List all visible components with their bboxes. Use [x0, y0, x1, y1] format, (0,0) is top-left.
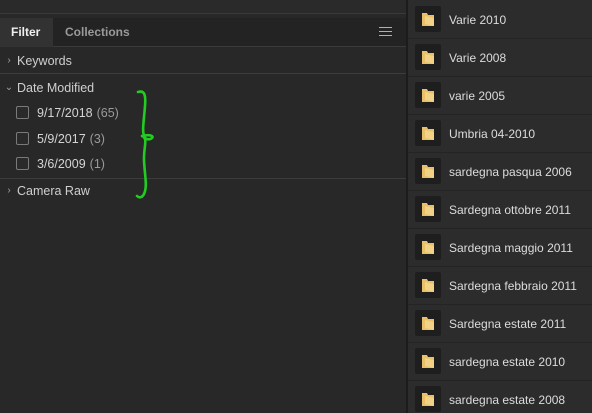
- folder-item[interactable]: Varie 2008: [408, 39, 592, 77]
- date-checkbox[interactable]: [16, 157, 29, 170]
- folder-name: Sardegna ottobre 2011: [449, 203, 571, 217]
- folder-item[interactable]: Sardegna febbraio 2011: [408, 267, 592, 305]
- folder-icon: [415, 120, 441, 146]
- folder-name: sardegna pasqua 2006: [449, 165, 572, 179]
- date-count: (3): [89, 132, 105, 146]
- filter-tabbar: Filter Collections: [0, 18, 406, 47]
- tab-collections[interactable]: Collections: [53, 18, 141, 47]
- folder-item[interactable]: Sardegna estate 2011: [408, 305, 592, 343]
- folder-item[interactable]: varie 2005: [408, 77, 592, 115]
- folder-icon: [415, 310, 441, 336]
- section-label: Camera Raw: [17, 184, 90, 198]
- folder-name: Sardegna maggio 2011: [449, 241, 573, 255]
- section-camera-raw[interactable]: › Camera Raw: [0, 179, 406, 203]
- divider: [0, 73, 406, 74]
- folder-item[interactable]: sardegna pasqua 2006: [408, 153, 592, 191]
- folder-name: Umbria 04-2010: [449, 127, 536, 141]
- folder-icon: [415, 386, 441, 412]
- folder-name: Varie 2008: [449, 51, 507, 65]
- chevron-right-icon: ›: [7, 185, 11, 196]
- date-value: 3/6/2009: [37, 157, 86, 171]
- date-checkbox[interactable]: [16, 132, 29, 145]
- folder-icon: [415, 348, 441, 374]
- folder-name: varie 2005: [449, 89, 506, 103]
- folder-name: sardegna estate 2008: [449, 393, 566, 407]
- folder-name: Varie 2010: [449, 13, 507, 27]
- panel-top-strip: [0, 0, 406, 14]
- folder-item[interactable]: Sardegna ottobre 2011: [408, 191, 592, 229]
- tab-filter[interactable]: Filter: [0, 18, 53, 47]
- chevron-right-icon: ›: [7, 55, 11, 66]
- date-label: 9/17/2018 (65): [37, 101, 119, 125]
- section-keywords[interactable]: › Keywords: [0, 49, 406, 73]
- date-count: (1): [89, 157, 105, 171]
- date-filter-item[interactable]: 9/17/2018 (65): [0, 101, 406, 125]
- date-filter-item[interactable]: 3/6/2009 (1): [0, 152, 406, 176]
- folder-item[interactable]: sardegna estate 2008: [408, 381, 592, 413]
- section-label: Date Modified: [17, 81, 95, 95]
- date-filter-item[interactable]: 5/9/2017 (3): [0, 127, 406, 151]
- folder-name: Sardegna febbraio 2011: [449, 279, 577, 293]
- folder-item[interactable]: Sardegna maggio 2011: [408, 229, 592, 267]
- folder-icon: [415, 6, 441, 32]
- folder-icon: [415, 272, 441, 298]
- folder-icon: [415, 196, 441, 222]
- folder-item[interactable]: Varie 2010: [408, 1, 592, 39]
- date-label: 5/9/2017 (3): [37, 127, 105, 151]
- folder-item[interactable]: sardegna estate 2010: [408, 343, 592, 381]
- date-value: 9/17/2018: [37, 106, 93, 120]
- curly-brace-annotation: [135, 90, 154, 199]
- hamburger-menu-icon[interactable]: [379, 27, 392, 37]
- folder-icon: [415, 82, 441, 108]
- chevron-down-icon: ⌄: [4, 82, 14, 93]
- date-label: 3/6/2009 (1): [37, 152, 105, 176]
- folder-icon: [415, 44, 441, 70]
- folder-icon: [415, 158, 441, 184]
- date-checkbox[interactable]: [16, 106, 29, 119]
- filter-panel: Filter Collections › Keywords ⌄ Date Mod…: [0, 0, 406, 413]
- folder-list: Varie 2010 Varie 2008 varie 2005 Umbria 04-…: [408, 0, 592, 413]
- section-date-modified[interactable]: ⌄ Date Modified: [0, 76, 406, 100]
- section-label: Keywords: [17, 54, 72, 68]
- folder-name: sardegna estate 2010: [449, 355, 566, 369]
- folder-item[interactable]: Umbria 04-2010: [408, 115, 592, 153]
- folder-name: Sardegna estate 2011: [449, 317, 567, 331]
- folder-icon: [415, 234, 441, 260]
- date-count: (65): [96, 106, 119, 120]
- date-value: 5/9/2017: [37, 132, 86, 146]
- bridge-window: Filter Collections › Keywords ⌄ Date Mod…: [0, 0, 592, 413]
